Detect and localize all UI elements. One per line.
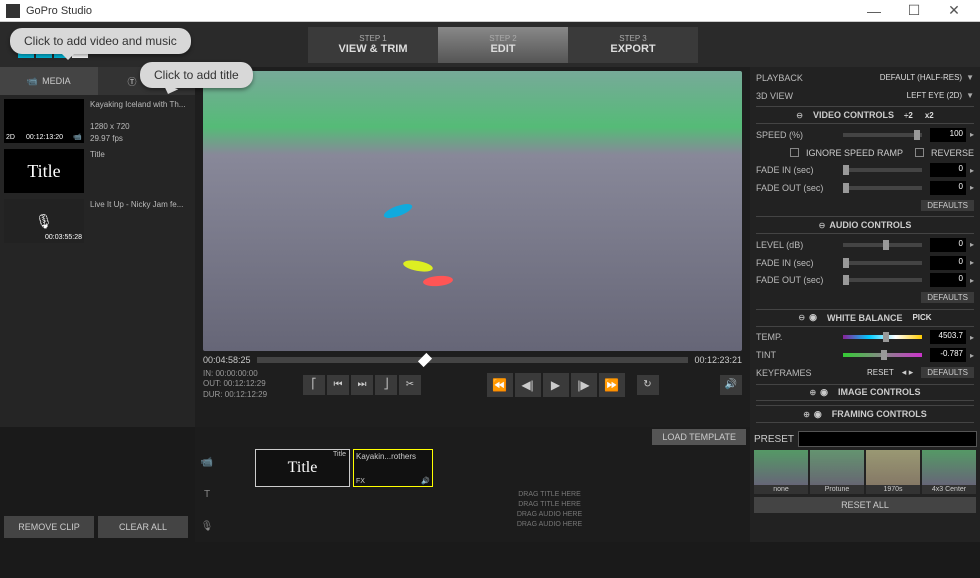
goto-in-button[interactable]: ⏮ <box>327 375 349 395</box>
chevron-down-icon: ▼ <box>966 73 974 82</box>
collapse-icon[interactable]: ⊖ <box>819 221 826 230</box>
tooltip-add-title: Click to add title <box>140 62 253 88</box>
vfadein-slider[interactable] <box>843 168 922 172</box>
load-template-button[interactable]: LOAD TEMPLATE <box>652 429 746 445</box>
step-fwd-button[interactable]: |▶ <box>571 373 597 397</box>
tooltip-add-media: Click to add video and music <box>10 28 191 54</box>
media-panel: 📹 MEDIA Ⓣ TITLE 2D📹00:12:13:20 Kayaking … <box>0 67 195 427</box>
eye-icon: ◉ <box>809 312 817 323</box>
step-edit[interactable]: STEP 2EDIT <box>438 27 568 63</box>
preset-4x3[interactable]: 4x3 Center <box>922 450 976 494</box>
vfadeout-slider[interactable] <box>843 186 922 190</box>
timeline-video-clip[interactable]: Kayakin...rothers FX 🔊 <box>353 449 433 487</box>
scrubber[interactable] <box>257 357 689 363</box>
mark-out-button[interactable]: ⎦ <box>375 375 397 395</box>
collapse-icon[interactable]: ⊖ <box>796 111 803 120</box>
mark-in-button[interactable]: ⎡ <box>303 375 325 395</box>
step-export[interactable]: STEP 3EXPORT <box>568 27 698 63</box>
step-back-button[interactable]: ◀| <box>515 373 541 397</box>
preset-none[interactable]: none <box>754 450 808 494</box>
level-slider[interactable] <box>843 243 922 247</box>
preset-1970s[interactable]: 1970s <box>866 450 920 494</box>
remove-clip-button[interactable]: REMOVE CLIP <box>4 516 94 538</box>
playback-row[interactable]: PLAYBACKDEFAULT (HALF-RES)▼ <box>756 69 974 87</box>
reverse-checkbox[interactable] <box>915 148 924 157</box>
controls-panel: PLAYBACKDEFAULT (HALF-RES)▼ 3D VIEWLEFT … <box>750 67 980 427</box>
step-view-trim[interactable]: STEP 1VIEW & TRIM <box>308 27 438 63</box>
fast-fwd-button[interactable]: ⏩ <box>599 373 625 397</box>
title-icon: Ⓣ <box>127 75 136 88</box>
window-title: GoPro Studio <box>26 5 854 17</box>
view3d-row[interactable]: 3D VIEWLEFT EYE (2D)▼ <box>756 87 974 105</box>
framing-controls-header[interactable]: ⊕◉FRAMING CONTROLS <box>756 405 974 423</box>
expand-icon: ⊕ <box>803 410 810 419</box>
rewind-button[interactable]: ⏪ <box>487 373 513 397</box>
reset-all-button[interactable]: RESET ALL <box>754 497 976 513</box>
preset-name-input[interactable] <box>798 431 977 447</box>
in-out-display: IN: 00:00:00:00OUT: 00:12:12:29DUR: 00:1… <box>203 369 293 400</box>
split-button[interactable]: ✂ <box>399 375 421 395</box>
expand-icon: ⊕ <box>809 388 816 397</box>
collapse-icon[interactable]: ⊖ <box>798 313 805 322</box>
goto-out-button[interactable]: ⏭ <box>351 375 373 395</box>
play-button[interactable]: ▶ <box>543 373 569 397</box>
eye-icon: ◉ <box>820 387 828 398</box>
video-defaults-button[interactable]: DEFAULTS <box>921 200 974 211</box>
title-track-icon: T <box>204 489 210 500</box>
maximize-button[interactable]: ☐ <box>894 1 934 21</box>
minimize-button[interactable]: — <box>854 1 894 21</box>
audio-defaults-button[interactable]: DEFAULTS <box>921 292 974 303</box>
tab-media[interactable]: 📹 MEDIA <box>0 67 98 95</box>
camera-icon: 📹 <box>27 76 38 87</box>
tint-slider[interactable] <box>843 353 922 357</box>
app-icon <box>6 4 20 18</box>
temp-slider[interactable] <box>843 335 922 339</box>
wb-defaults-button[interactable]: DEFAULTS <box>921 367 974 378</box>
media-item-video[interactable]: 2D📹00:12:13:20 Kayaking Iceland with Th.… <box>0 95 195 145</box>
media-item-title[interactable]: Title Title <box>0 145 195 195</box>
chevron-down-icon: ▼ <box>966 91 974 100</box>
volume-icon[interactable]: 🔊 <box>720 375 742 395</box>
video-preview[interactable] <box>203 71 742 351</box>
audio-icon: 🔊 <box>421 477 430 485</box>
window-titlebar: GoPro Studio — ☐ ✕ <box>0 0 980 22</box>
eye-icon: ◉ <box>814 409 822 420</box>
clear-all-button[interactable]: CLEAR ALL <box>98 516 188 538</box>
right-timecode: 00:12:23:21 <box>694 355 742 365</box>
speed-slider[interactable] <box>843 133 922 137</box>
preset-protune[interactable]: Protune <box>810 450 864 494</box>
preview-area: 00:04:58:25 00:12:23:21 IN: 00:00:00:00O… <box>195 67 750 427</box>
close-button[interactable]: ✕ <box>934 1 974 21</box>
timeline[interactable]: 📹 T 🎙 Title Title Kayakin...rothers FX 🔊… <box>195 447 750 542</box>
video-track-icon: 📹 <box>201 457 213 468</box>
loop-button[interactable]: ↻ <box>637 375 659 395</box>
afadeout-slider[interactable] <box>843 278 922 282</box>
timeline-title-clip[interactable]: Title Title <box>255 449 350 487</box>
left-timecode: 00:04:58:25 <box>203 355 251 365</box>
ignore-ramp-checkbox[interactable] <box>790 148 799 157</box>
wb-reset-button[interactable]: RESET <box>867 368 894 377</box>
audio-track-icon: 🎙 <box>201 521 214 532</box>
media-item-audio[interactable]: 🎙 00:03:55:28 Live It Up - Nicky Jam fe.… <box>0 195 195 245</box>
image-controls-header[interactable]: ⊕◉IMAGE CONTROLS <box>756 384 974 402</box>
microphone-icon: 🎙 <box>35 213 53 230</box>
afadein-slider[interactable] <box>843 261 922 265</box>
step-tabs: STEP 1VIEW & TRIM STEP 2EDIT STEP 3EXPOR… <box>308 27 698 63</box>
pick-button[interactable]: PICK <box>912 313 931 322</box>
